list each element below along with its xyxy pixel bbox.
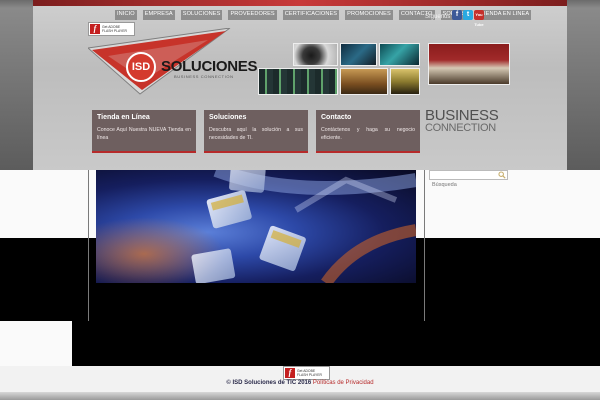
photo-camera (293, 43, 338, 66)
photo-network-equipment (379, 43, 420, 66)
photo-workspace (340, 68, 388, 95)
card-soluciones[interactable]: Soluciones Descubra aquí la solución a s… (204, 110, 308, 153)
logo-tagline: BUSINESS CONNECTION (174, 74, 234, 79)
search-icon[interactable] (498, 171, 506, 179)
nav-item-certificaciones[interactable]: CERTIFICACIONES (282, 10, 340, 20)
facebook-icon[interactable]: f (452, 10, 462, 20)
youtube-icon[interactable]: You Tube (474, 10, 484, 27)
get-flash-player-badge-bottom[interactable]: f Get ADOBE FLASH PLAYER (283, 366, 330, 380)
photo-server-room (340, 43, 377, 66)
business-line2: CONNECTION (425, 122, 496, 134)
column-divider-right (424, 170, 425, 321)
nav-item-promociones[interactable]: PROMOCIONES (345, 10, 393, 20)
search-input[interactable] (430, 181, 498, 189)
follow-us-label: Síguenos (425, 14, 451, 20)
footer-copyright: © ISD Soluciones de TIC 2016 (226, 380, 312, 386)
hero-image-network-cables (96, 170, 416, 283)
nav-item-proveedores[interactable]: PROVEEDORES (228, 10, 277, 20)
flash-icon: f (285, 368, 295, 378)
privacy-policy-link[interactable]: Políticas de Privacidad (313, 380, 374, 386)
photo-rack-panels (258, 68, 338, 95)
footer: © ISD Soluciones de TIC 2016 Políticas d… (0, 380, 600, 386)
left-notch (0, 321, 72, 366)
card-tienda-en-linea[interactable]: Tienda en Línea Conoce Aquí Nuestra NUEV… (92, 110, 196, 153)
logo-name[interactable]: SOLUCIONES (161, 58, 257, 75)
flash-line2: FLASH PLAYER (297, 373, 322, 377)
nav-item-empresa[interactable]: EMPRESA (142, 10, 175, 20)
column-divider-left (88, 170, 89, 321)
nav-item-soluciones[interactable]: SOLUCIONES (180, 10, 223, 20)
business-line1: BUSINESS (425, 107, 499, 124)
business-connection-heading: BUSINESS CONNECTION (425, 107, 511, 134)
card-text: Contáctenos y haga su negocio eficiente. (321, 127, 415, 141)
footer-bottom-bar (0, 392, 600, 400)
photo-office (390, 68, 420, 95)
twitter-icon[interactable]: t (463, 10, 473, 20)
card-text: Descubra aquí la solución a sus necesida… (209, 127, 303, 141)
logo-mark[interactable]: ISD (126, 52, 156, 82)
card-title: Tienda en Línea (97, 114, 150, 121)
card-contacto[interactable]: Contacto Contáctenos y haga su negocio e… (316, 110, 420, 153)
network-cables-illustration (96, 170, 416, 283)
card-text: Conoce Aquí Nuestra NUEVA Tienda en líne… (97, 127, 191, 141)
search-field (429, 170, 508, 189)
nav-item-tienda[interactable]: TIENDA EN LINEA (478, 10, 532, 20)
header-accent-strip (33, 0, 567, 6)
card-title: Soluciones (209, 114, 247, 121)
photo-meeting (428, 43, 510, 85)
card-title: Contacto (321, 114, 352, 121)
nav-item-inicio[interactable]: INICIO (115, 10, 137, 20)
